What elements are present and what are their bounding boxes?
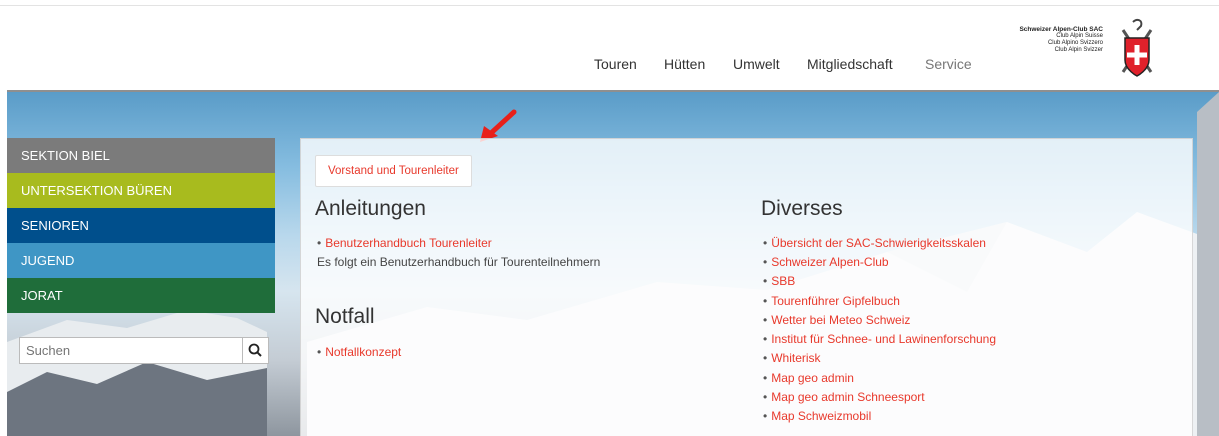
nav-mitgliedschaft[interactable]: Mitgliedschaft bbox=[807, 56, 893, 72]
sidebar-item-sektion-biel[interactable]: SEKTION BIEL bbox=[7, 138, 275, 173]
content-panel: Vorstand und Tourenleiter Anleitungen • B… bbox=[300, 138, 1193, 436]
link-label: Wetter bei Meteo Schweiz bbox=[771, 313, 911, 327]
link-label: Whiterisk bbox=[771, 351, 821, 365]
link-label: Map geo admin Schneesport bbox=[771, 390, 925, 404]
link-label: Tourenführer Gipfelbuch bbox=[771, 294, 900, 308]
link-map-geo-admin[interactable]: • Map geo admin bbox=[763, 371, 854, 385]
site-header: Touren Hütten Umwelt Mitgliedschaft Serv… bbox=[0, 6, 1219, 90]
bullet: • bbox=[317, 345, 322, 359]
bullet: • bbox=[763, 351, 768, 365]
link-notfallkonzept[interactable]: • Notfallkonzept bbox=[317, 345, 401, 359]
search-box bbox=[19, 337, 269, 364]
link-map-schweizmobil[interactable]: • Map Schweizmobil bbox=[763, 409, 871, 423]
bullet: • bbox=[763, 274, 768, 288]
bullet: • bbox=[763, 390, 768, 404]
link-schweizer-alpen-club[interactable]: • Schweizer Alpen-Club bbox=[763, 255, 889, 269]
link-label: Institut für Schnee- und Lawinenforschun… bbox=[771, 332, 997, 346]
link-label: Map geo admin bbox=[771, 371, 854, 385]
link-sac-schwierigkeitsskalen[interactable]: • Übersicht der SAC-Schwierigkeitsskalen bbox=[763, 236, 986, 250]
sidebar-item-jugend[interactable]: JUGEND bbox=[7, 243, 275, 278]
link-label: Map Schweizmobil bbox=[771, 409, 872, 423]
heading-anleitungen: Anleitungen bbox=[315, 197, 426, 220]
main-nav: Touren Hütten Umwelt Mitgliedschaft Serv… bbox=[0, 56, 1219, 76]
link-label: SBB bbox=[771, 274, 796, 288]
sac-crest-icon[interactable] bbox=[1113, 16, 1161, 86]
link-tourenfuehrer-gipfelbuch[interactable]: • Tourenführer Gipfelbuch bbox=[763, 294, 900, 308]
bullet: • bbox=[763, 371, 768, 385]
nav-umwelt[interactable]: Umwelt bbox=[733, 56, 780, 72]
sidebar-item-senioren[interactable]: SENIOREN bbox=[7, 208, 275, 243]
link-label: Benutzerhandbuch Tourenleiter bbox=[325, 236, 492, 250]
link-label: Schweizer Alpen-Club bbox=[771, 255, 889, 269]
search-input[interactable] bbox=[20, 338, 243, 363]
bullet: • bbox=[317, 236, 322, 250]
bullet: • bbox=[763, 294, 768, 308]
bullet: • bbox=[763, 409, 768, 423]
search-icon bbox=[248, 343, 262, 357]
link-institut-schnee-lawinen[interactable]: • Institut für Schnee- und Lawinenforschu… bbox=[763, 332, 996, 346]
heading-diverses: Diverses bbox=[761, 197, 843, 220]
nav-huetten[interactable]: Hütten bbox=[664, 56, 705, 72]
bullet: • bbox=[763, 236, 768, 250]
logo-text[interactable]: Schweizer Alpen-Club SAC Club Alpin Suis… bbox=[1019, 26, 1103, 54]
nav-service[interactable]: Service bbox=[925, 56, 972, 72]
heading-notfall: Notfall bbox=[315, 305, 375, 328]
logo-line-1: Schweizer Alpen-Club SAC bbox=[1019, 26, 1103, 33]
sidebar-item-untersektion-bueren[interactable]: UNTERSEKTION BÜREN bbox=[7, 173, 275, 208]
link-whiterisk[interactable]: • Whiterisk bbox=[763, 351, 821, 365]
link-label: Notfallkonzept bbox=[325, 345, 402, 359]
sidebar-menu: SEKTION BIEL UNTERSEKTION BÜREN SENIOREN… bbox=[7, 138, 275, 313]
logo-line-3: Club Alpino Svizzero bbox=[1047, 40, 1103, 46]
link-label: Übersicht der SAC-Schwierigkeitsskalen bbox=[771, 236, 986, 250]
tab-vorstand-und-tourenleiter[interactable]: Vorstand und Tourenleiter bbox=[315, 155, 472, 187]
bullet: • bbox=[763, 255, 768, 269]
link-sbb[interactable]: • SBB bbox=[763, 274, 795, 288]
search-button[interactable] bbox=[242, 338, 268, 363]
logo-line-4: Club Alpin Svizzer bbox=[1054, 47, 1103, 53]
bullet: • bbox=[763, 332, 768, 346]
link-wetter-meteo-schweiz[interactable]: • Wetter bei Meteo Schweiz bbox=[763, 313, 910, 327]
note-benutzerhandbuch: Es folgt ein Benutzerhandbuch für Touren… bbox=[317, 255, 601, 269]
link-map-geo-admin-schneesport[interactable]: • Map geo admin Schneesport bbox=[763, 390, 925, 404]
nav-touren[interactable]: Touren bbox=[594, 56, 637, 72]
bullet: • bbox=[763, 313, 768, 327]
logo-line-2: Club Alpin Suisse bbox=[1056, 33, 1103, 39]
link-benutzerhandbuch-tourenleiter[interactable]: • Benutzerhandbuch Tourenleiter bbox=[317, 236, 492, 250]
sidebar-item-jorat[interactable]: JORAT bbox=[7, 278, 275, 313]
